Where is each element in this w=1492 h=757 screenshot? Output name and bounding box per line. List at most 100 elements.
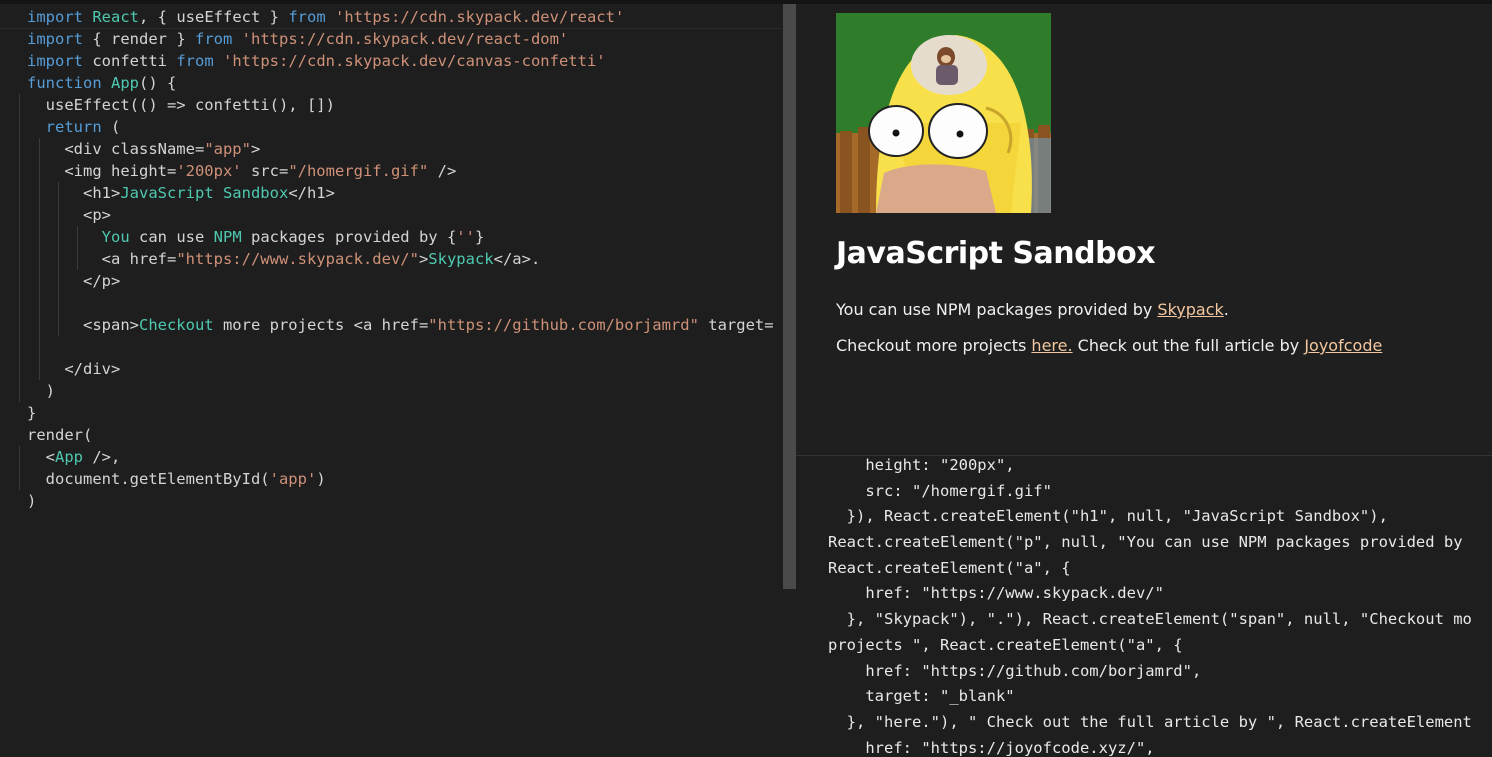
code-token: packages provided by { <box>241 228 457 246</box>
editor-line[interactable]: document.getElementById('app') <box>19 468 774 490</box>
code-token: document.getElementById( <box>27 470 270 488</box>
editor-line[interactable]: <a href="https://www.skypack.dev/">Skypa… <box>19 248 774 270</box>
indent-guide <box>19 336 20 358</box>
editor-line[interactable]: ) <box>27 490 774 512</box>
output-line: }), React.createElement("h1", null, "Jav… <box>828 507 1388 526</box>
code-token: target= <box>698 316 774 334</box>
indent-guide <box>19 116 20 138</box>
indent-guide <box>58 182 59 204</box>
editor-line[interactable]: You can use NPM packages provided by {''… <box>19 226 774 248</box>
indent-guide <box>58 204 59 226</box>
output-line: href: "https://joyofcode.xyz/", <box>828 738 1155 757</box>
editor-line[interactable]: <img height='200px' src="/homergif.gif" … <box>19 160 774 182</box>
code-token: Skypack <box>428 250 494 268</box>
editor-line[interactable]: useEffect(() => confetti(), []) <box>19 94 774 116</box>
indent-guide <box>19 358 20 380</box>
indent-guide <box>58 270 59 292</box>
code-token: 'app' <box>269 470 317 488</box>
editor-line[interactable] <box>19 336 774 358</box>
code-token: > <box>250 140 261 158</box>
code-token: useEffect(() => confetti(), []) <box>27 96 335 114</box>
editor-line[interactable]: } <box>27 402 774 424</box>
editor-line[interactable]: import confetti from 'https://cdn.skypac… <box>27 50 774 72</box>
editor-line[interactable] <box>19 292 774 314</box>
code-token: You <box>101 228 130 246</box>
code-token: </h1> <box>288 184 335 202</box>
compiled-output-pane[interactable]: height: "200px", src: "/homergif.gif" })… <box>796 456 1492 757</box>
code-token: return <box>45 118 102 136</box>
output-line: height: "200px", <box>828 456 1015 474</box>
editor-line[interactable]: import React, { useEffect } from 'https:… <box>0 6 782 29</box>
indent-guide <box>19 446 20 468</box>
editor-line[interactable]: ) <box>19 380 774 402</box>
preview-pane: JavaScript Sandbox You can use NPM packa… <box>796 4 1492 456</box>
editor-line[interactable]: import { render } from 'https://cdn.skyp… <box>27 28 774 50</box>
code-token: 'https://cdn.skypack.dev/react' <box>335 8 625 26</box>
code-token: () { <box>139 74 177 92</box>
indent-guide <box>19 270 20 292</box>
code-token: more projects <a href= <box>213 316 429 334</box>
editor-line[interactable]: </p> <box>19 270 774 292</box>
indent-guide <box>77 226 78 248</box>
code-token: </p> <box>27 272 121 290</box>
code-token: <img height= <box>27 162 177 180</box>
editor-line[interactable]: </div> <box>19 358 774 380</box>
code-token: > <box>418 250 429 268</box>
code-token: <h1> <box>27 184 121 202</box>
intro-paragraph: You can use NPM packages provided by Sky… <box>836 300 1229 319</box>
projects-here-link[interactable]: here. <box>1031 336 1072 355</box>
indent-guide <box>19 226 20 248</box>
indent-guide <box>39 248 40 270</box>
editor-line[interactable]: <h1>JavaScript Sandbox</h1> <box>19 182 774 204</box>
indent-guide <box>39 226 40 248</box>
editor-line[interactable]: render( <box>27 424 774 446</box>
code-token: confetti <box>83 52 177 70</box>
code-token: <a href= <box>27 250 177 268</box>
code-token: '' <box>456 228 475 246</box>
editor-line[interactable]: <span>Checkout more projects <a href="ht… <box>19 314 774 336</box>
output-line: React.createElement("a", { <box>828 558 1071 577</box>
editor-line[interactable]: function App() { <box>27 72 774 94</box>
code-token: </div> <box>27 360 121 378</box>
code-token: { render } <box>83 30 195 48</box>
code-token: App <box>55 448 83 466</box>
code-token: ( <box>101 118 121 136</box>
output-line: href: "https://www.skypack.dev/" <box>828 584 1164 603</box>
editor-code-lines[interactable]: import React, { useEffect } from 'https:… <box>0 6 782 512</box>
intro-text: You can use NPM packages provided by <box>836 300 1158 319</box>
code-token: from <box>194 30 233 48</box>
editor-line[interactable]: <div className="app"> <box>19 138 774 160</box>
code-token: import <box>27 8 83 26</box>
joyofcode-link[interactable]: Joyofcode <box>1304 336 1382 355</box>
code-token: from <box>176 52 214 70</box>
output-line: React.createElement("p", null, "You can … <box>828 533 1472 552</box>
editor-scrollbar-thumb[interactable] <box>783 4 796 589</box>
indent-guide <box>39 270 40 292</box>
indent-guide <box>19 380 20 402</box>
code-token: import <box>27 30 83 48</box>
skypack-link[interactable]: Skypack <box>1157 300 1223 319</box>
editor-line[interactable]: <App />, <box>19 446 774 468</box>
editor-line[interactable]: return ( <box>19 116 774 138</box>
code-token: , { useEffect } <box>139 8 289 26</box>
code-token: render( <box>27 426 93 444</box>
indent-guide <box>19 94 20 116</box>
projects-text: Checkout more projects <box>836 336 1032 355</box>
code-editor[interactable]: import React, { useEffect } from 'https:… <box>0 4 782 757</box>
code-token: ) <box>27 492 37 510</box>
indent-guide <box>58 226 59 248</box>
output-code-lines: height: "200px", src: "/homergif.gif" })… <box>828 456 1472 757</box>
intro-period: . <box>1223 300 1229 319</box>
output-line: }, "Skypack"), "."), React.createElement… <box>828 610 1472 629</box>
page-title: JavaScript Sandbox <box>836 236 1156 271</box>
editor-line[interactable]: <p> <box>19 204 774 226</box>
output-line: src: "/homergif.gif" <box>828 481 1052 500</box>
indent-guide <box>19 160 20 182</box>
output-line: href: "https://github.com/borjamrd", <box>828 661 1202 680</box>
indent-guide <box>19 204 20 226</box>
indent-guide <box>39 138 40 160</box>
code-token: </a>. <box>493 250 541 268</box>
